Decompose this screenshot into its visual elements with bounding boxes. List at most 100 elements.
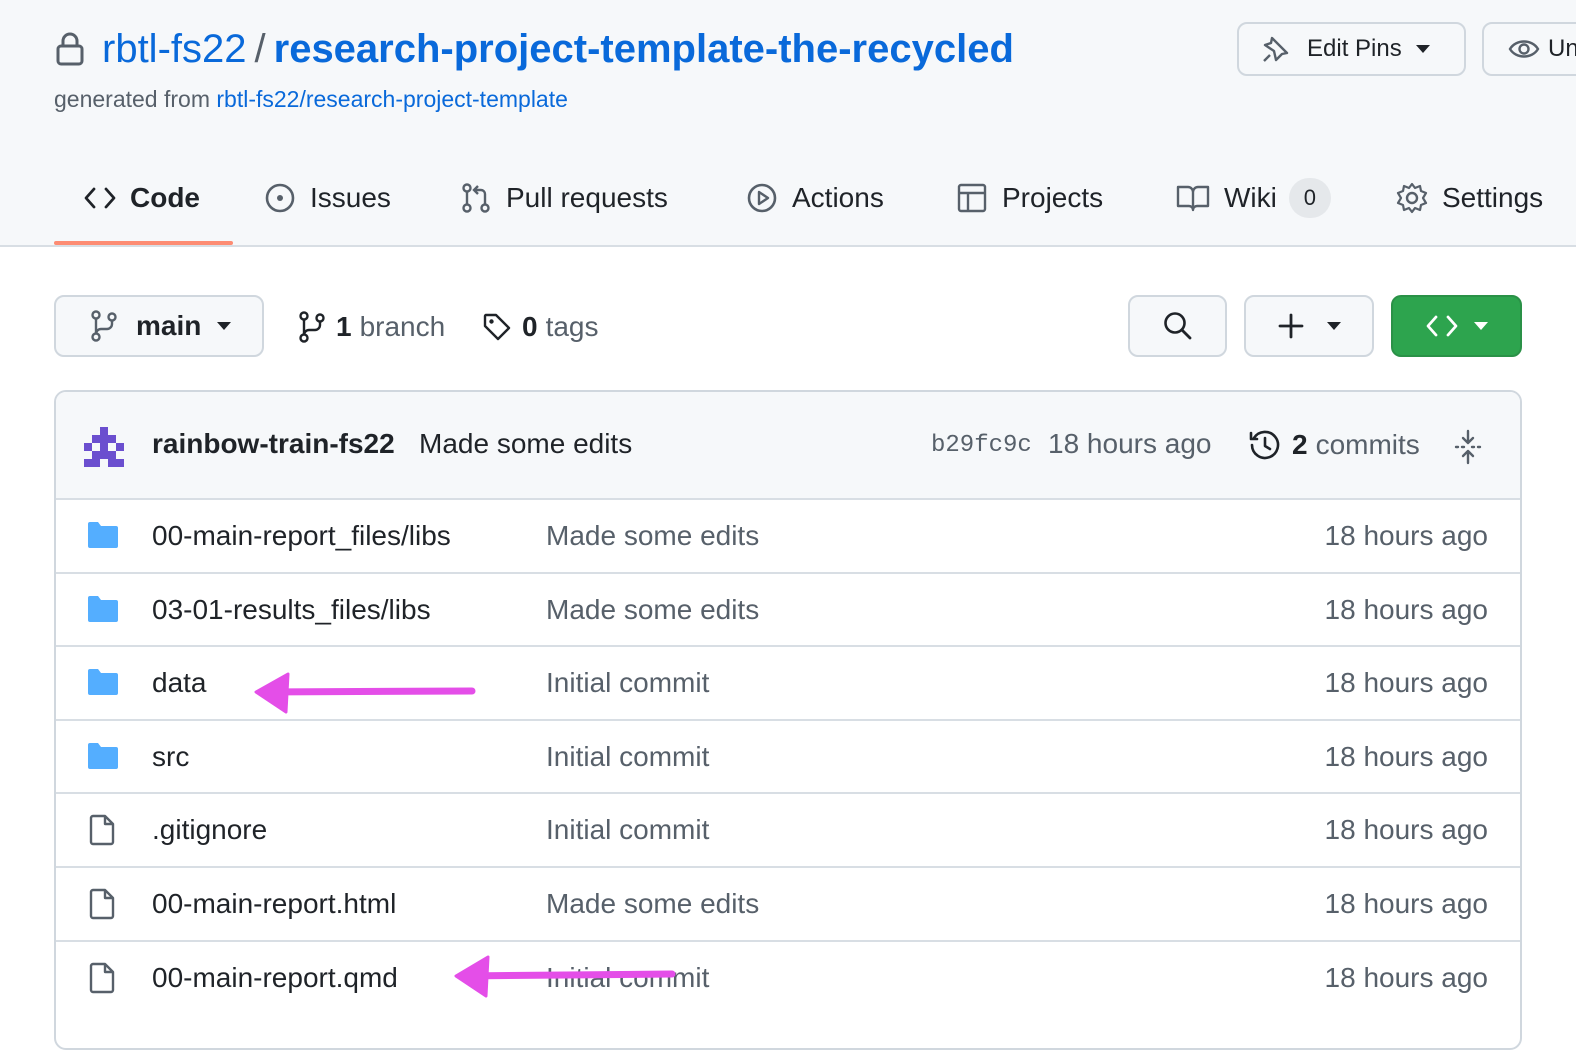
commit-message-link[interactable]: Made some edits xyxy=(419,428,632,460)
repo-owner-link[interactable]: rbtl-fs22 xyxy=(102,27,247,72)
branch-select-button[interactable]: main xyxy=(54,295,264,357)
tab-issues[interactable]: Issues xyxy=(264,160,391,236)
tag-count: 0 xyxy=(522,311,538,342)
tab-settings-label: Settings xyxy=(1442,182,1544,213)
tab-pull-requests-label: Pull requests xyxy=(506,182,668,213)
folder-icon xyxy=(86,741,120,776)
watch-label: Un xyxy=(1548,35,1576,62)
chevron-down-icon xyxy=(1473,322,1488,330)
file-row[interactable]: src Initial commit 18 hours ago xyxy=(56,718,1520,793)
commit-author-link[interactable]: rainbow-train-fs22 xyxy=(152,428,395,460)
chevron-down-icon xyxy=(1327,322,1341,330)
commit-count: 2 xyxy=(1292,429,1308,460)
play-icon xyxy=(747,183,777,213)
chevron-down-icon xyxy=(217,322,232,330)
repo-title: rbtl-fs22 / research-project-template-th… xyxy=(54,24,1014,74)
file-row[interactable]: .gitignore Initial commit 18 hours ago xyxy=(56,792,1520,866)
file-row[interactable]: 00-main-report_files/libs Made some edits… xyxy=(56,498,1520,572)
tag-word: tags xyxy=(545,311,599,342)
file-commit-message-link[interactable]: Made some edits xyxy=(546,594,759,626)
file-commit-time: 18 hours ago xyxy=(1324,961,1488,993)
file-commit-time: 18 hours ago xyxy=(1324,520,1488,551)
file-row[interactable]: data Initial commit 18 hours ago xyxy=(56,645,1520,719)
avatar[interactable] xyxy=(84,427,124,467)
branch-word: branch xyxy=(359,311,446,342)
file-name-link[interactable]: 03-01-results_files/libs xyxy=(152,594,431,626)
search-icon xyxy=(1163,312,1191,340)
unfold-icon[interactable] xyxy=(1452,429,1484,465)
file-name-link[interactable]: 00-main-report.html xyxy=(152,888,396,920)
wiki-count-badge: 0 xyxy=(1288,178,1331,218)
tab-actions[interactable]: Actions xyxy=(746,160,884,236)
folder-icon xyxy=(86,667,120,702)
file-commit-message-link[interactable]: Initial commit xyxy=(546,667,709,699)
eye-icon xyxy=(1508,40,1540,58)
tab-projects[interactable]: Projects xyxy=(956,160,1103,236)
file-commit-message-link[interactable]: Made some edits xyxy=(546,888,759,920)
repo-name-link[interactable]: research-project-template-the-recycled xyxy=(274,27,1014,72)
chevron-down-icon xyxy=(1415,45,1430,53)
file-icon xyxy=(86,962,120,999)
commit-time: 18 hours ago xyxy=(1048,428,1212,459)
gear-icon xyxy=(1396,182,1428,214)
lock-icon xyxy=(56,32,84,66)
issue-icon xyxy=(265,183,295,213)
file-commit-message-link[interactable]: Initial commit xyxy=(546,741,709,773)
code-icon xyxy=(84,187,116,209)
edit-pins-label: Edit Pins xyxy=(1307,35,1402,62)
file-row[interactable]: 00-main-report.html Made some edits 18 hou… xyxy=(56,866,1520,940)
file-commit-message-link[interactable]: Made some edits xyxy=(546,520,759,552)
generated-from: generated from rbtl-fs22/research-projec… xyxy=(54,86,568,113)
file-row[interactable]: 03-01-results_files/libs Made some edits 1… xyxy=(56,571,1520,646)
branch-icon xyxy=(91,310,117,342)
latest-commit-bar: rainbow-train-fs22 Made some edits b29fc… xyxy=(56,392,1520,500)
file-icon xyxy=(86,814,120,851)
tab-code-label: Code xyxy=(130,182,200,213)
tab-code[interactable]: Code xyxy=(84,160,200,236)
file-name-link[interactable]: src xyxy=(152,741,189,773)
tags-link[interactable]: 0 tags xyxy=(482,305,599,349)
commit-sha-link[interactable]: b29fc9c xyxy=(931,432,1032,459)
branches-link[interactable]: 1 branch xyxy=(298,305,445,349)
file-name-link[interactable]: data xyxy=(152,667,207,699)
active-tab-indicator xyxy=(54,241,233,245)
template-source-link[interactable]: rbtl-fs22/research-project-template xyxy=(216,86,568,112)
file-commit-time: 18 hours ago xyxy=(1324,667,1488,699)
file-commit-message-link[interactable]: Initial commit xyxy=(546,814,709,846)
tab-pull-requests[interactable]: Pull requests xyxy=(460,160,668,236)
folder-icon xyxy=(86,594,120,629)
tab-settings[interactable]: Settings xyxy=(1396,160,1543,236)
file-commit-time: 18 hours ago xyxy=(1324,888,1488,919)
go-to-file-search-button[interactable] xyxy=(1128,295,1227,357)
tab-actions-label: Actions xyxy=(792,182,884,213)
file-name-link[interactable]: 00-main-report_files/libs xyxy=(152,520,451,552)
table-icon xyxy=(957,183,987,213)
commit-history-link[interactable]: 2 commits xyxy=(1248,428,1420,462)
tab-wiki-label: Wiki xyxy=(1224,182,1277,213)
path-separator: / xyxy=(254,26,266,71)
branch-icon xyxy=(299,311,325,343)
file-commit-time: 18 hours ago xyxy=(1324,814,1488,846)
file-commit-time: 18 hours ago xyxy=(1324,740,1488,772)
pull-request-icon xyxy=(462,183,490,213)
branch-name: main xyxy=(136,310,202,341)
branch-count: 1 xyxy=(336,311,352,342)
add-file-button[interactable] xyxy=(1244,295,1374,357)
file-name-link[interactable]: .gitignore xyxy=(152,814,267,846)
file-row[interactable]: 00-main-report.qmd Initial commit 18 hours… xyxy=(56,939,1520,1014)
file-icon xyxy=(86,888,120,925)
book-icon xyxy=(1176,185,1210,212)
folder-icon xyxy=(86,520,120,555)
tab-issues-label: Issues xyxy=(310,182,391,213)
tab-wiki[interactable]: Wiki 0 xyxy=(1176,160,1331,236)
file-commit-message-link[interactable]: Initial commit xyxy=(546,962,709,994)
history-icon xyxy=(1249,430,1280,460)
watch-button[interactable]: Un xyxy=(1482,22,1576,76)
file-browser: rainbow-train-fs22 Made some edits b29fc… xyxy=(54,390,1522,1050)
code-clone-button[interactable] xyxy=(1391,295,1522,357)
plus-icon xyxy=(1278,313,1304,339)
commit-word: commits xyxy=(1315,429,1420,460)
generated-prefix: generated from xyxy=(54,86,210,112)
file-name-link[interactable]: 00-main-report.qmd xyxy=(152,962,398,994)
edit-pins-button[interactable]: Edit Pins xyxy=(1237,22,1466,76)
